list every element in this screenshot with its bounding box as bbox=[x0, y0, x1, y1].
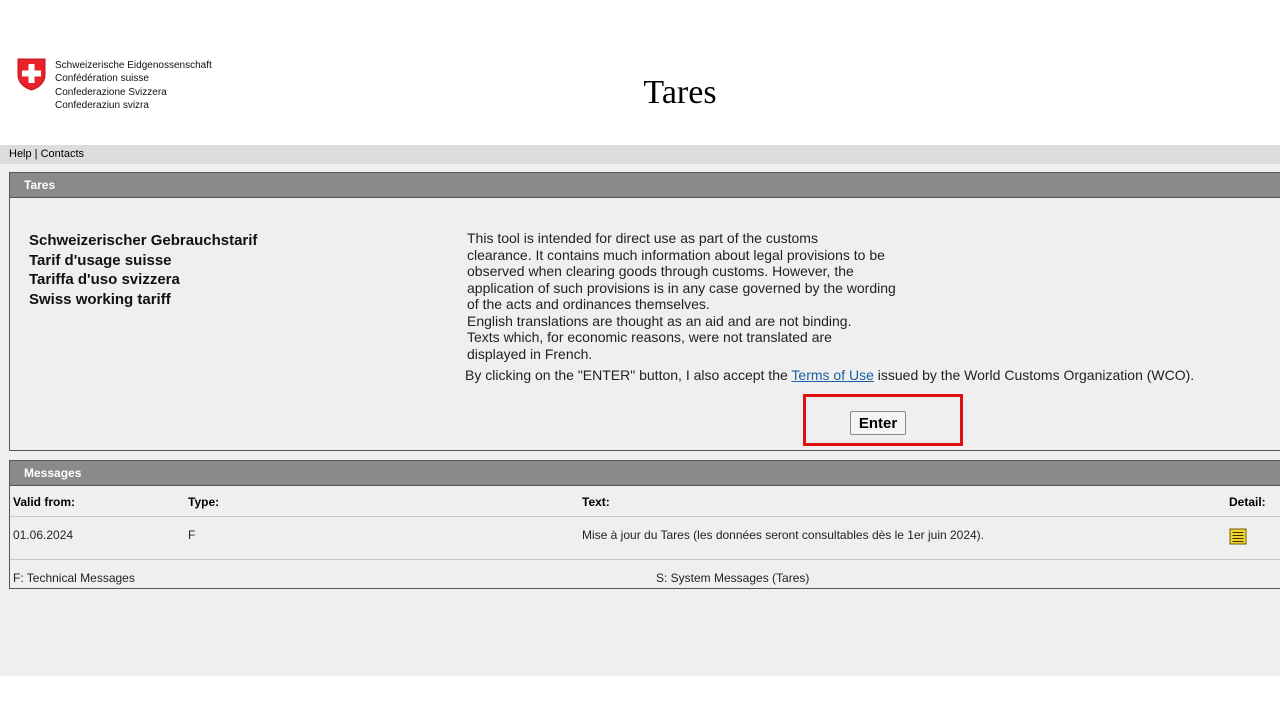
page-header: Schweizerische Eidgenossenschaft Confédé… bbox=[0, 0, 1280, 145]
disclaimer-line: of the acts and ordinances themselves. bbox=[467, 296, 710, 312]
messages-panel-title: Messages bbox=[10, 461, 1280, 486]
terms-acceptance-text: By clicking on the "ENTER" button, I als… bbox=[465, 367, 1194, 384]
disclaimer-line: displayed in French. bbox=[467, 345, 593, 362]
disclaimer-line: clearance. It contains much information … bbox=[467, 246, 885, 263]
messages-table: Valid from: Type: Text: Detail: 01.06.20… bbox=[10, 486, 1280, 588]
messages-panel: Messages Valid from: Type: Text: Detail:… bbox=[9, 460, 1280, 589]
disclaimer-line: This tool is intended for direct use as … bbox=[467, 230, 818, 246]
column-detail: Detail: bbox=[1229, 495, 1266, 509]
nav-separator: | bbox=[31, 148, 41, 160]
disclaimer-text: This tool is intended for direct use as … bbox=[467, 230, 927, 362]
disclaimer-line: observed when clearing goods through cus… bbox=[467, 263, 854, 279]
disclaimer-line: application of such provisions is in any… bbox=[467, 279, 896, 296]
table-header: Valid from: Type: Text: Detail: bbox=[10, 486, 1280, 517]
column-type: Type: bbox=[188, 495, 220, 509]
disclaimer-line: English translations are thought as an a… bbox=[467, 312, 852, 329]
tariff-name-it: Tariffa d'uso svizzera bbox=[29, 271, 180, 288]
page-title: Tares bbox=[643, 74, 717, 111]
help-link[interactable]: Help bbox=[9, 148, 32, 160]
messages-legend: F: Technical Messages S: System Messages… bbox=[10, 560, 1280, 588]
column-text: Text: bbox=[582, 495, 610, 509]
table-row: 01.06.2024 F Mise à jour du Tares (les d… bbox=[10, 517, 1280, 560]
enter-button[interactable]: Enter bbox=[850, 411, 906, 435]
contacts-link[interactable]: Contacts bbox=[41, 148, 84, 160]
column-valid-from: Valid from: bbox=[13, 495, 76, 509]
row-valid-from: 01.06.2024 bbox=[13, 528, 74, 542]
tares-panel: Tares Schweizerischer Gebrauchstarif Tar… bbox=[9, 172, 1280, 451]
tariff-name-fr: Tarif d'usage suisse bbox=[29, 251, 172, 269]
disclaimer-line: Texts which, for economic reasons, were … bbox=[467, 329, 832, 345]
tariff-name-en: Swiss working tariff bbox=[29, 290, 171, 308]
legend-technical: F: Technical Messages bbox=[13, 571, 135, 585]
row-text: Mise à jour du Tares (les données seront… bbox=[582, 528, 985, 542]
tares-panel-title: Tares bbox=[10, 173, 1280, 198]
confederation-name-de: Schweizerische Eidgenossenschaft bbox=[55, 60, 212, 71]
tariff-name-de: Schweizerischer Gebrauchstarif bbox=[29, 232, 258, 249]
terms-of-use-link[interactable]: Terms of Use bbox=[791, 367, 873, 383]
nav-bar: Help | Contacts bbox=[0, 145, 1280, 164]
row-type: F bbox=[188, 528, 196, 542]
tariff-names: Schweizerischer Gebrauchstarif Tarif d'u… bbox=[29, 231, 257, 309]
legend-system: S: System Messages (Tares) bbox=[656, 571, 810, 585]
document-icon[interactable] bbox=[1229, 528, 1247, 545]
terms-prefix: By clicking on the "ENTER" button, I als… bbox=[465, 367, 792, 383]
main-content: Tares Schweizerischer Gebrauchstarif Tar… bbox=[0, 164, 1280, 676]
terms-suffix: issued by the World Customs Organization… bbox=[873, 367, 1195, 383]
